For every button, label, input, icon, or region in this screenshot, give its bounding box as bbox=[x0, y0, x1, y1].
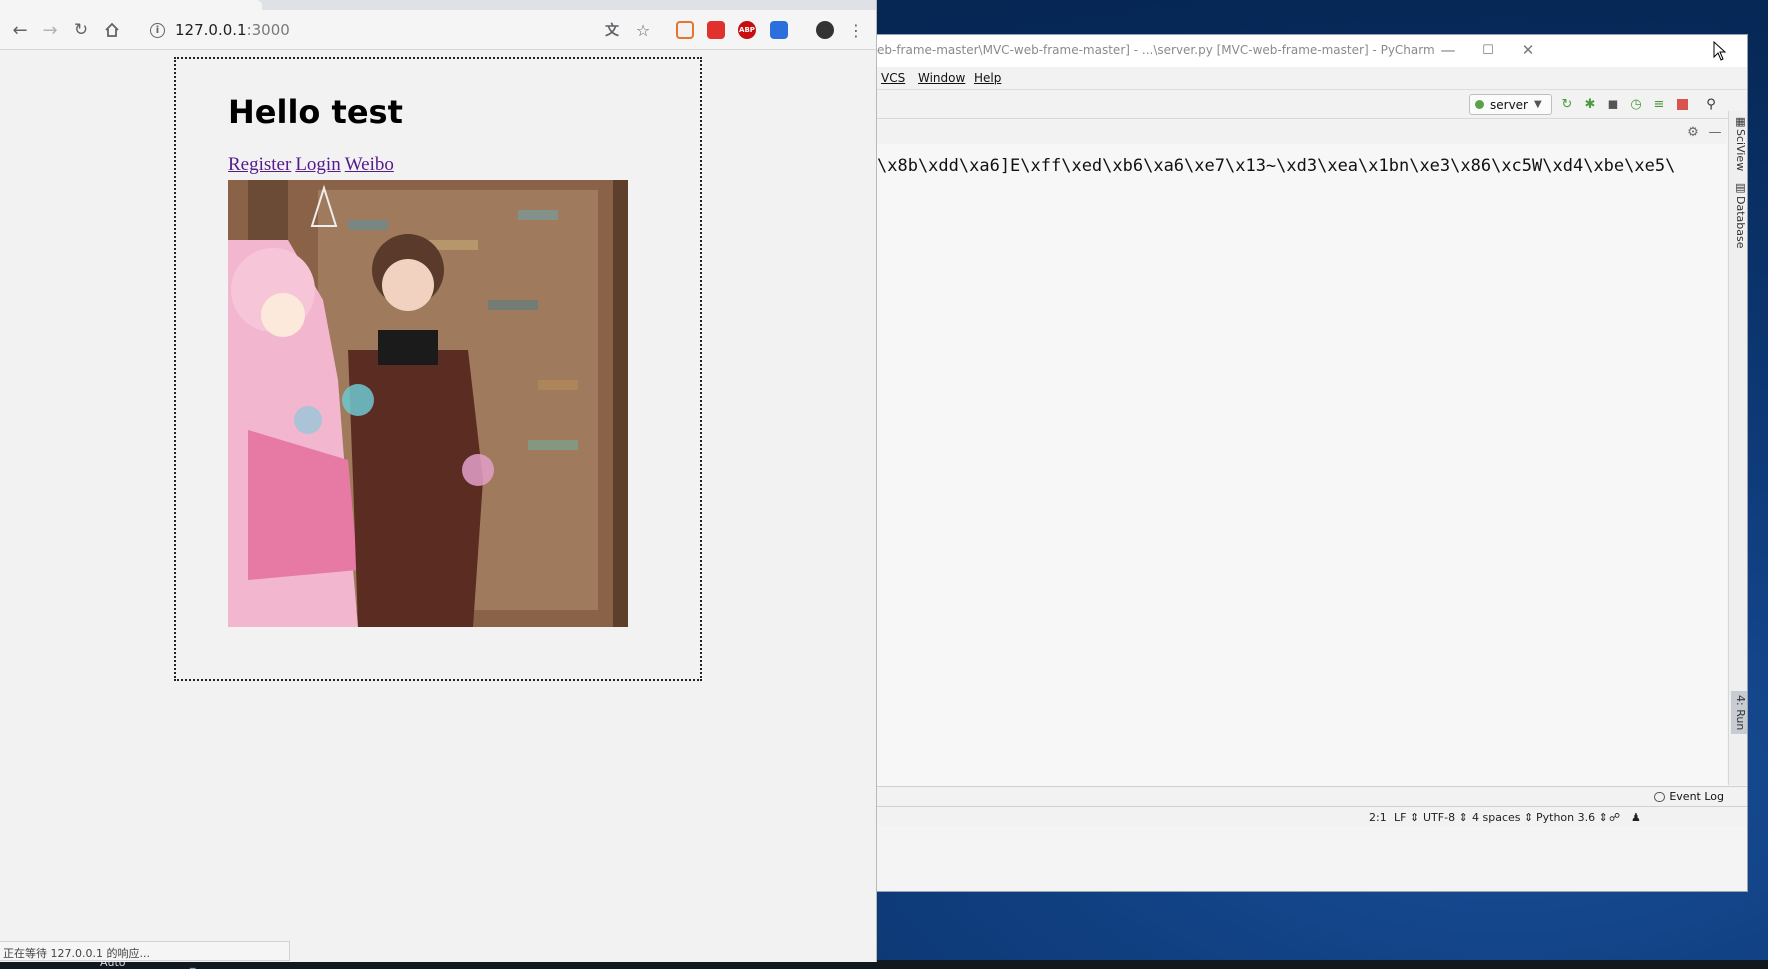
ide-statusbar: 2:1 LF ⇕ UTF-8 ⇕ 4 spaces ⇕ Python 3.6 ⇕… bbox=[877, 806, 1747, 826]
mouse-cursor-icon bbox=[1713, 41, 1727, 61]
bookmark-star-icon[interactable]: ☆ bbox=[634, 21, 652, 40]
menu-help[interactable]: Help bbox=[974, 71, 1001, 85]
page-title: Hello test bbox=[228, 93, 403, 131]
line-separator[interactable]: LF ⇕ bbox=[1394, 811, 1419, 824]
python-interpreter-label: Python 3.6 bbox=[1536, 811, 1596, 824]
menu-dots-icon[interactable]: ⋮ bbox=[844, 18, 868, 42]
minimize-icon[interactable]: — bbox=[1433, 39, 1463, 61]
tool-tab-database[interactable]: Database bbox=[1731, 196, 1747, 249]
tool-tab-run[interactable]: 4: Run bbox=[1731, 691, 1747, 735]
concurrency-icon[interactable]: ≡ bbox=[1651, 96, 1667, 112]
url-port: :3000 bbox=[246, 21, 290, 39]
event-log-button[interactable]: Event Log bbox=[1654, 790, 1724, 803]
console-output-line: \x8b\xdd\xa6]E\xff\xed\xb6\xa6\xe7\x13~\… bbox=[877, 156, 1676, 176]
ide-titlebar: eb-frame-master\MVC-web-frame-master] - … bbox=[877, 35, 1747, 67]
python-config-icon bbox=[1475, 100, 1484, 109]
event-log-label: Event Log bbox=[1669, 790, 1724, 803]
register-link[interactable]: Register bbox=[228, 154, 291, 175]
extension-2-icon[interactable] bbox=[707, 21, 725, 39]
indent-setting-label: 4 spaces bbox=[1472, 811, 1521, 824]
browser-toolbar: ← → ↻ i 127.0.0.1:3000 文 ☆ ABP ⋮ bbox=[0, 10, 876, 50]
sciview-icon: ▦ bbox=[1734, 115, 1747, 128]
extension-1-icon[interactable] bbox=[676, 21, 694, 39]
file-encoding-label: UTF-8 bbox=[1423, 811, 1456, 824]
run-config-select[interactable]: server ▼ bbox=[1469, 94, 1552, 115]
back-icon[interactable]: ← bbox=[8, 18, 32, 42]
line-separator-label: LF bbox=[1394, 811, 1407, 824]
adblock-label: ABP bbox=[739, 26, 755, 34]
ide-toolbar: server ▼ ↻ ✱ ◼ ◷ ≡ ⚲ bbox=[877, 89, 1747, 119]
gear-icon[interactable]: ⚙ bbox=[1685, 124, 1701, 140]
animated-gif-image bbox=[228, 180, 628, 627]
profile-avatar[interactable] bbox=[816, 21, 834, 39]
menu-window[interactable]: Window bbox=[918, 71, 965, 85]
browser-window: ← → ↻ i 127.0.0.1:3000 文 ☆ ABP ⋮ Hello t… bbox=[0, 0, 877, 962]
run-console[interactable]: \x8b\xdd\xa6]E\xff\xed\xb6\xa6\xe7\x13~\… bbox=[877, 144, 1727, 786]
debug-icon[interactable]: ✱ bbox=[1582, 96, 1598, 112]
right-tool-strip: ▦ SciView ▤ Database 4: Run bbox=[1728, 111, 1747, 785]
stop-icon[interactable] bbox=[1674, 96, 1690, 112]
browser-tab[interactable] bbox=[0, 0, 262, 10]
search-icon[interactable]: ⚲ bbox=[1703, 96, 1719, 112]
page-container: Hello test Register Login Weibo bbox=[174, 57, 702, 681]
url-text: 127.0.0.1:3000 bbox=[175, 21, 290, 39]
weibo-link[interactable]: Weibo bbox=[345, 154, 394, 175]
url-host: 127.0.0.1 bbox=[175, 21, 247, 39]
inspector-icon[interactable]: ♟ bbox=[1631, 811, 1641, 824]
event-bar: Event Log bbox=[877, 786, 1747, 806]
extension-3-icon[interactable] bbox=[770, 21, 788, 39]
adblock-plus-icon[interactable]: ABP bbox=[738, 21, 756, 39]
reload-icon[interactable]: ↻ bbox=[69, 18, 93, 42]
status-bubble: 正在等待 127.0.0.1 的响应... bbox=[0, 941, 290, 961]
close-icon[interactable]: ✕ bbox=[1513, 39, 1543, 61]
database-icon: ▤ bbox=[1734, 181, 1747, 194]
caret-position[interactable]: 2:1 bbox=[1369, 811, 1387, 824]
page-viewport: Hello test Register Login Weibo bbox=[0, 50, 876, 962]
menu-vcs[interactable]: VCS bbox=[881, 71, 905, 85]
nav-links: Register Login Weibo bbox=[228, 154, 398, 176]
tool-tab-sciview[interactable]: SciView bbox=[1731, 129, 1747, 171]
maximize-icon[interactable]: ☐ bbox=[1473, 39, 1503, 61]
login-link[interactable]: Login bbox=[295, 154, 340, 175]
run-config-label: server bbox=[1490, 97, 1528, 112]
indent-setting[interactable]: 4 spaces ⇕ bbox=[1472, 811, 1533, 824]
python-interpreter[interactable]: Python 3.6 ⇕ bbox=[1536, 811, 1608, 824]
ide-bottom-area bbox=[877, 826, 1747, 891]
hide-panel-icon[interactable]: — bbox=[1707, 124, 1723, 140]
ide-menubar: VCS Window Help bbox=[877, 67, 1747, 89]
home-icon[interactable] bbox=[100, 18, 124, 42]
translate-icon[interactable]: 文 bbox=[603, 21, 621, 39]
chevron-down-icon: ▼ bbox=[1534, 99, 1542, 110]
address-bar[interactable]: i 127.0.0.1:3000 bbox=[138, 16, 638, 44]
site-info-icon[interactable]: i bbox=[150, 22, 165, 38]
profile-run-icon[interactable]: ◷ bbox=[1628, 96, 1644, 112]
event-log-icon bbox=[1654, 791, 1666, 802]
pycharm-window: eb-frame-master\MVC-web-frame-master] - … bbox=[877, 34, 1748, 892]
coverage-icon[interactable]: ◼ bbox=[1605, 96, 1621, 112]
lock-icon[interactable]: ☍ bbox=[1609, 811, 1620, 824]
forward-icon[interactable]: → bbox=[38, 18, 62, 42]
tab-strip bbox=[0, 0, 876, 10]
run-panel-header: ⚙ — bbox=[877, 120, 1727, 144]
file-encoding[interactable]: UTF-8 ⇕ bbox=[1423, 811, 1468, 824]
ide-window-title: eb-frame-master\MVC-web-frame-master] - … bbox=[877, 43, 1435, 57]
rerun-icon[interactable]: ↻ bbox=[1559, 96, 1575, 112]
